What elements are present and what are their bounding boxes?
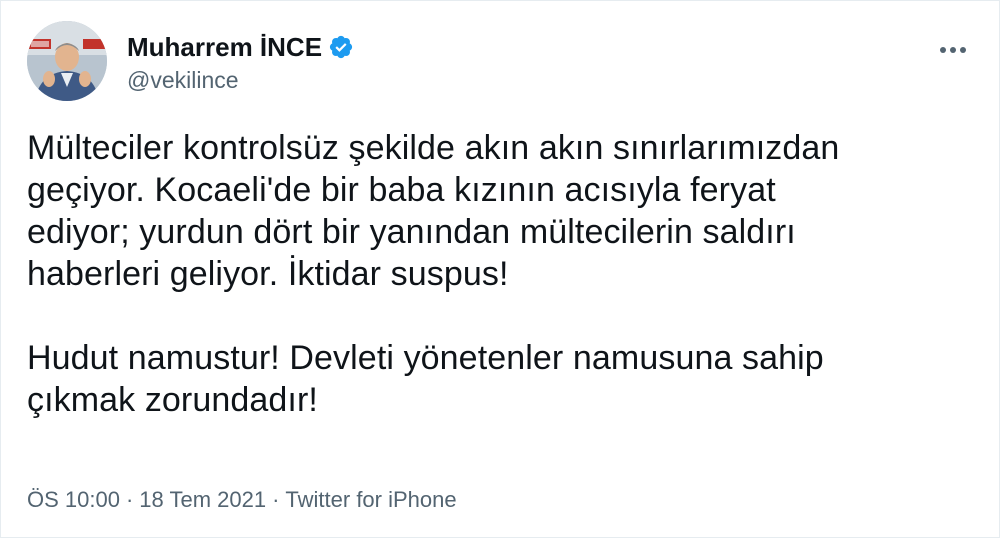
verified-badge-icon [328,34,354,60]
tweet-meta: ÖS 10:00 · 18 Tem 2021 · Twitter for iPh… [27,487,457,513]
tweet-card: Muharrem İNCE @vekilince Mülteciler kont… [0,0,1000,538]
meta-separator: · [125,487,134,512]
avatar-photo [27,21,107,101]
tweet-line: ediyor; yurdun dört bir yanından mülteci… [27,213,796,251]
tweet-line: geçiyor. Kocaeli'de bir baba kızının acı… [27,171,776,209]
tweet-line: Mülteciler kontrolsüz şekilde akın akın … [27,129,840,167]
meta-separator: · [272,487,280,512]
author-identity: Muharrem İNCE @vekilince [127,31,354,94]
tweet-time-link[interactable]: ÖS 10:00 [27,487,120,513]
display-name[interactable]: Muharrem İNCE [127,32,322,63]
tweet-line: haberleri geliyor. İktidar suspus! [27,255,509,293]
avatar[interactable] [27,21,107,101]
author-handle[interactable]: @vekilince [127,67,354,94]
more-options-button[interactable] [933,35,973,65]
tweet-line: Hudut namustur! Devleti yönetenler namus… [27,339,824,377]
tweet-line: çıkmak zorundadır! [27,381,318,419]
tweet-paragraph-2: Hudut namustur! Devleti yönetenler namus… [27,337,967,421]
tweet-source-link[interactable]: Twitter for iPhone [285,487,456,513]
tweet-date-link[interactable]: 18 Tem 2021 [139,487,266,513]
tweet-header: Muharrem İNCE @vekilince [27,21,973,103]
tweet-paragraph-1: Mülteciler kontrolsüz şekilde akın akın … [27,127,967,295]
more-horizontal-icon [940,47,966,53]
tweet-text: Mülteciler kontrolsüz şekilde akın akın … [27,127,967,421]
name-row: Muharrem İNCE [127,31,354,63]
